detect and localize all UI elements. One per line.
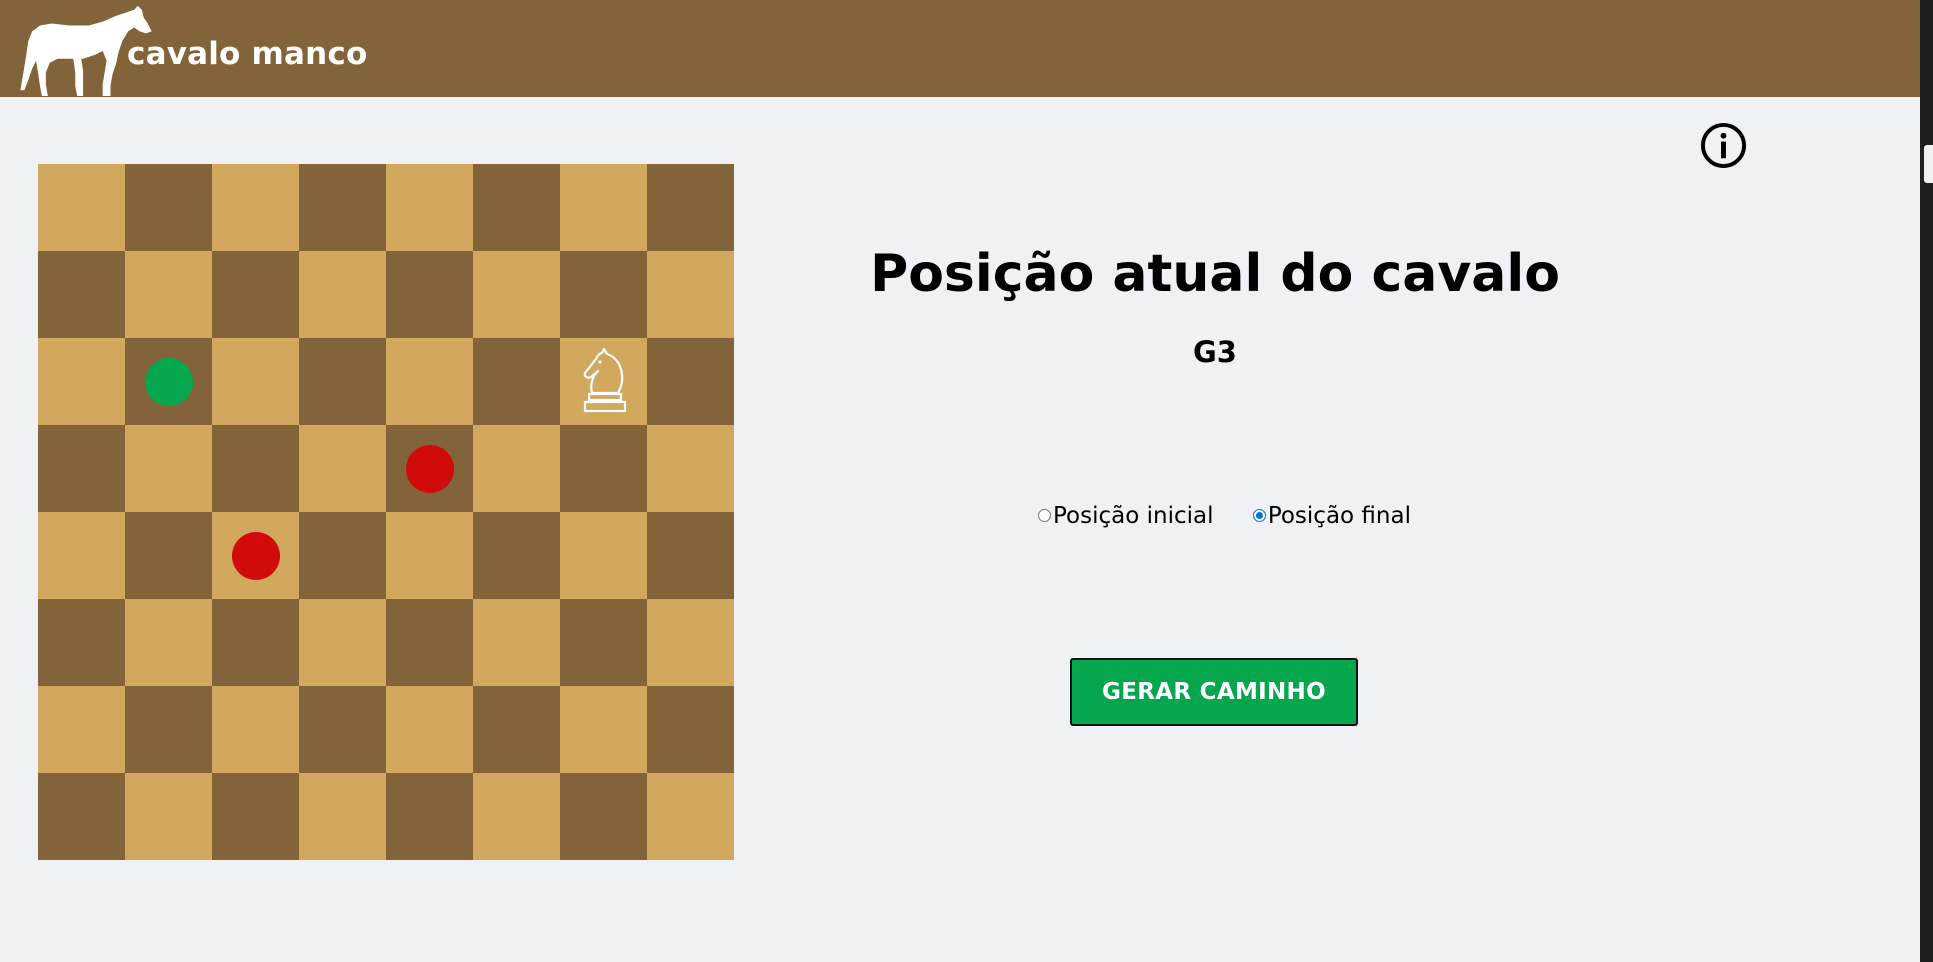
board-square-a7[interactable] (38, 686, 125, 773)
board-square-g4[interactable] (560, 425, 647, 512)
board-square-d6[interactable] (299, 599, 386, 686)
board-square-b3[interactable] (125, 338, 212, 425)
board-square-e2[interactable] (386, 251, 473, 338)
board-square-f4[interactable] (473, 425, 560, 512)
window-edge (1920, 0, 1933, 962)
board-square-a4[interactable] (38, 425, 125, 512)
radio-initial-position[interactable]: Posição inicial (1038, 503, 1214, 529)
board-square-b5[interactable] (125, 512, 212, 599)
board-square-e3[interactable] (386, 338, 473, 425)
info-icon[interactable] (1700, 122, 1747, 169)
radio-label: Posição inicial (1053, 502, 1214, 529)
board-square-g6[interactable] (560, 599, 647, 686)
board-square-a5[interactable] (38, 512, 125, 599)
board-square-f5[interactable] (473, 512, 560, 599)
board-square-a2[interactable] (38, 251, 125, 338)
scroll-handle[interactable] (1924, 145, 1933, 183)
board-square-h6[interactable] (647, 599, 734, 686)
board-square-b4[interactable] (125, 425, 212, 512)
board-square-h3[interactable] (647, 338, 734, 425)
current-position: G3 (1193, 335, 1237, 369)
board-square-e4[interactable] (386, 425, 473, 512)
board-square-d2[interactable] (299, 251, 386, 338)
board-square-h2[interactable] (647, 251, 734, 338)
start-marker (145, 358, 193, 406)
board-square-g1[interactable] (560, 164, 647, 251)
board-square-c4[interactable] (212, 425, 299, 512)
board-square-e6[interactable] (386, 599, 473, 686)
board-square-f3[interactable] (473, 338, 560, 425)
chess-board (38, 164, 734, 860)
generate-path-button[interactable]: GERAR CAMINHO (1070, 658, 1358, 726)
board-square-f1[interactable] (473, 164, 560, 251)
board-square-e7[interactable] (386, 686, 473, 773)
board-square-a8[interactable] (38, 773, 125, 860)
board-square-g5[interactable] (560, 512, 647, 599)
board-square-h1[interactable] (647, 164, 734, 251)
board-square-h8[interactable] (647, 773, 734, 860)
board-square-c7[interactable] (212, 686, 299, 773)
board-square-f6[interactable] (473, 599, 560, 686)
path-marker (232, 532, 280, 580)
board-square-c2[interactable] (212, 251, 299, 338)
board-square-d3[interactable] (299, 338, 386, 425)
radio-label: Posição final (1267, 502, 1411, 529)
board-square-b2[interactable] (125, 251, 212, 338)
board-square-a1[interactable] (38, 164, 125, 251)
board-square-a6[interactable] (38, 599, 125, 686)
board-square-c6[interactable] (212, 599, 299, 686)
board-square-b1[interactable] (125, 164, 212, 251)
board-square-h4[interactable] (647, 425, 734, 512)
board-square-b7[interactable] (125, 686, 212, 773)
board-square-c1[interactable] (212, 164, 299, 251)
board-square-f8[interactable] (473, 773, 560, 860)
board-square-a3[interactable] (38, 338, 125, 425)
page-title: Posição atual do cavalo (870, 244, 1560, 304)
board-square-g3[interactable] (560, 338, 647, 425)
board-square-c8[interactable] (212, 773, 299, 860)
board-square-d7[interactable] (299, 686, 386, 773)
knight-icon (583, 347, 627, 413)
radio-final-position[interactable]: Posição final (1252, 502, 1411, 529)
board-square-f2[interactable] (473, 251, 560, 338)
board-square-c3[interactable] (212, 338, 299, 425)
brand-name: cavalo manco (127, 36, 368, 72)
board-square-f7[interactable] (473, 686, 560, 773)
board-square-g8[interactable] (560, 773, 647, 860)
board-square-g7[interactable] (560, 686, 647, 773)
board-square-d5[interactable] (299, 512, 386, 599)
board-square-d1[interactable] (299, 164, 386, 251)
path-marker (406, 445, 454, 493)
board-square-h7[interactable] (647, 686, 734, 773)
board-square-g2[interactable] (560, 251, 647, 338)
board-square-e8[interactable] (386, 773, 473, 860)
board-square-e5[interactable] (386, 512, 473, 599)
board-square-d8[interactable] (299, 773, 386, 860)
board-square-h5[interactable] (647, 512, 734, 599)
board-square-c5[interactable] (212, 512, 299, 599)
board-square-b8[interactable] (125, 773, 212, 860)
position-mode-selector: Posição inicial Posição final (1038, 502, 1411, 532)
board-square-e1[interactable] (386, 164, 473, 251)
radio-button[interactable] (1252, 509, 1266, 522)
board-square-b6[interactable] (125, 599, 212, 686)
radio-button[interactable] (1038, 509, 1051, 522)
board-square-d4[interactable] (299, 425, 386, 512)
header-bar: cavalo manco (0, 0, 1920, 97)
